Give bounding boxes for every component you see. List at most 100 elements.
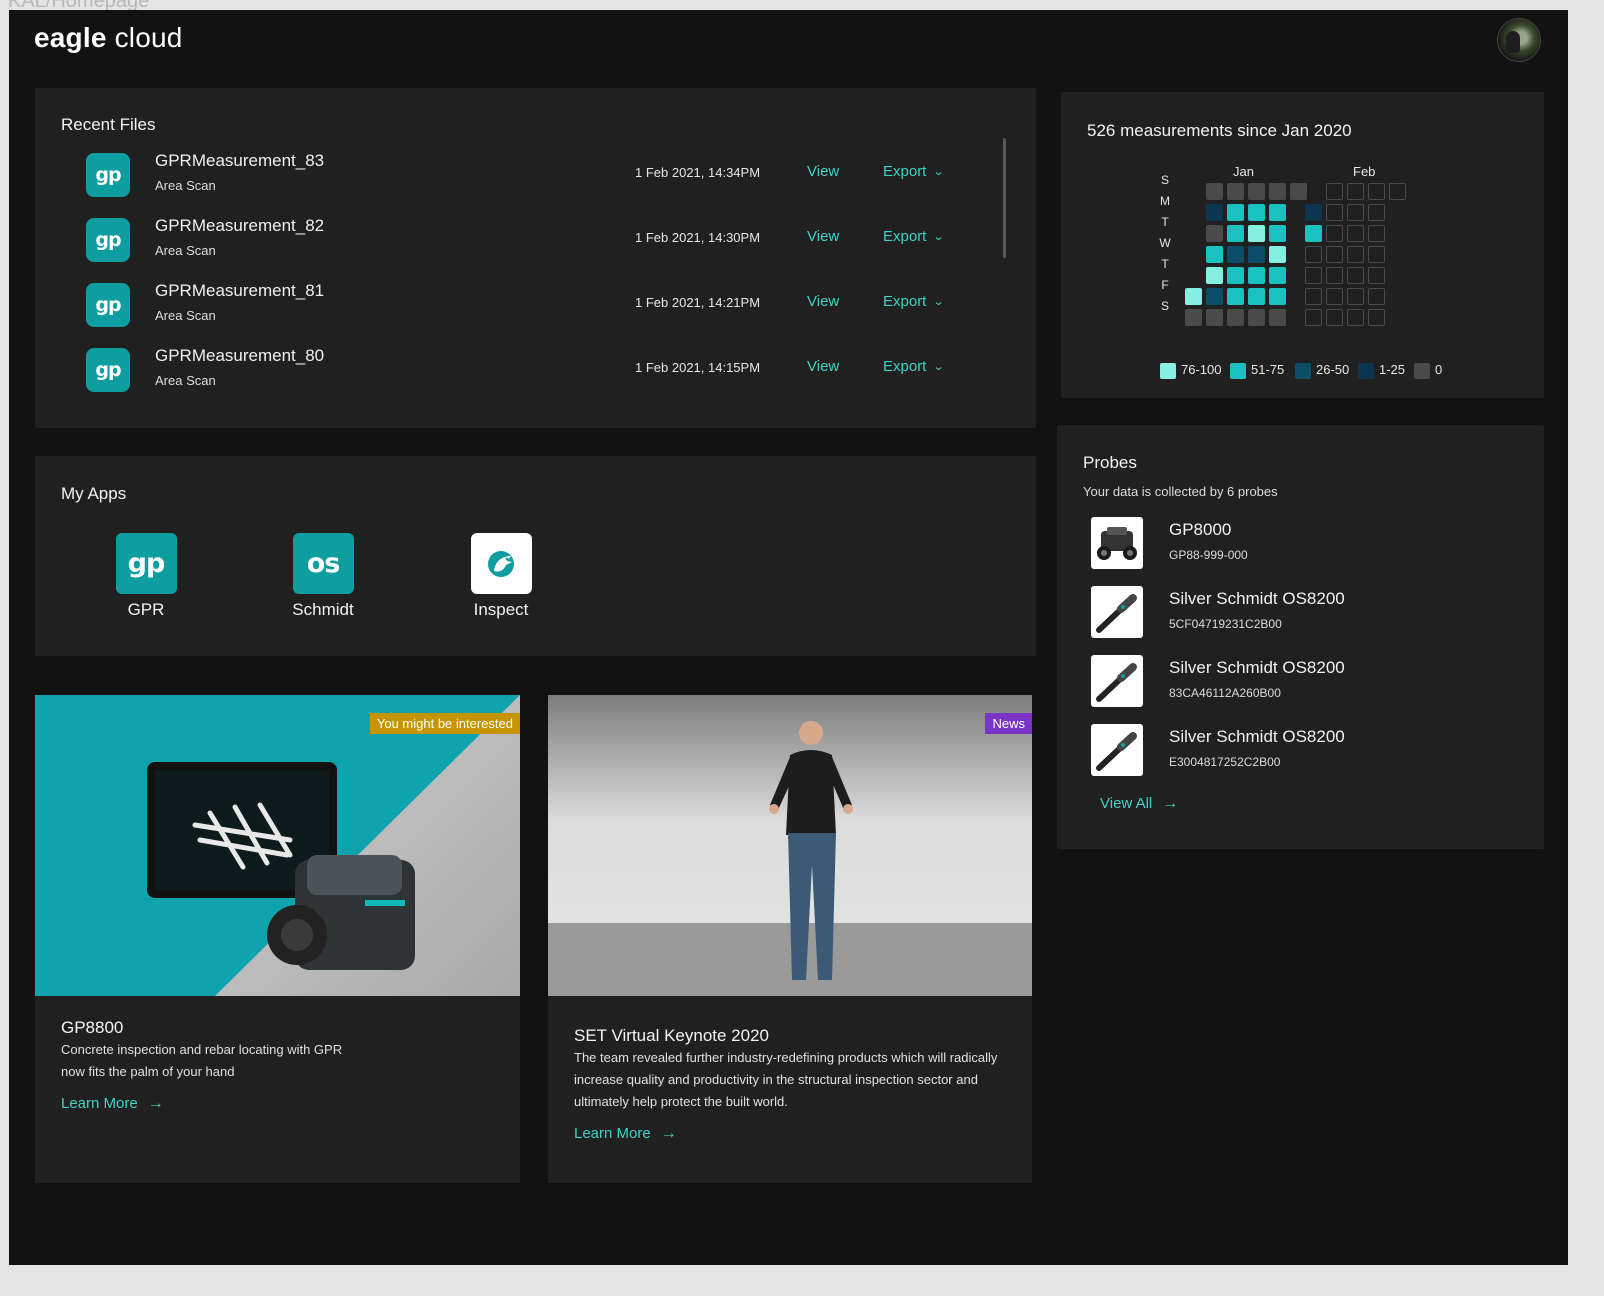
heatmap-cell[interactable] xyxy=(1206,267,1223,284)
view-all-probes-link[interactable]: View All → xyxy=(1100,795,1178,813)
heatmap-cell[interactable] xyxy=(1227,288,1244,305)
recent-files-scrollbar[interactable] xyxy=(1003,138,1006,258)
heatmap-cell[interactable] xyxy=(1305,246,1322,263)
probe-serial: GP88-999-000 xyxy=(1169,548,1248,562)
heatmap-cell[interactable] xyxy=(1227,204,1244,221)
heatmap-cell[interactable] xyxy=(1347,204,1364,221)
heatmap-cell[interactable] xyxy=(1326,309,1343,326)
chevron-down-icon: ⌄ xyxy=(932,231,945,243)
heatmap-cell[interactable] xyxy=(1368,309,1385,326)
heatmap-cell[interactable] xyxy=(1248,246,1265,263)
legend-swatch xyxy=(1358,362,1374,379)
heatmap-cell[interactable] xyxy=(1206,246,1223,263)
heatmap-cell[interactable] xyxy=(1368,225,1385,242)
heatmap-cell[interactable] xyxy=(1248,267,1265,284)
recent-file-row[interactable]: gp GPRMeasurement_83 Area Scan 1 Feb 202… xyxy=(86,151,966,199)
view-file-button[interactable]: View xyxy=(807,163,839,180)
gpr-file-icon: gp xyxy=(86,348,130,392)
recent-file-row[interactable]: gp GPRMeasurement_80 Area Scan 1 Feb 202… xyxy=(86,346,966,394)
heatmap-cell[interactable] xyxy=(1305,309,1322,326)
probe-item[interactable]: Silver Schmidt OS8200 83CA46112A260B00 xyxy=(1091,655,1511,709)
heatmap-cell[interactable] xyxy=(1269,183,1286,200)
heatmap-cell[interactable] xyxy=(1227,183,1244,200)
heatmap-cell[interactable] xyxy=(1305,267,1322,284)
heatmap-cell[interactable] xyxy=(1185,288,1202,305)
file-name: GPRMeasurement_83 xyxy=(155,151,325,170)
heatmap-cell[interactable] xyxy=(1248,309,1265,326)
heatmap-cell[interactable] xyxy=(1347,309,1364,326)
heatmap-cell[interactable] xyxy=(1269,288,1286,305)
export-file-dropdown[interactable]: Export ⌄ xyxy=(883,358,945,375)
day-label: S xyxy=(1160,173,1169,187)
day-label: T xyxy=(1161,257,1169,271)
user-avatar[interactable] xyxy=(1497,18,1541,62)
export-file-dropdown[interactable]: Export ⌄ xyxy=(883,163,945,180)
heatmap-cell[interactable] xyxy=(1326,246,1343,263)
heatmap-cell[interactable] xyxy=(1305,225,1322,242)
heatmap-cell[interactable] xyxy=(1269,225,1286,242)
probe-item[interactable]: GP8000 GP88-999-000 xyxy=(1091,517,1511,571)
heatmap-cell[interactable] xyxy=(1347,267,1364,284)
heatmap-cell[interactable] xyxy=(1347,225,1364,242)
heatmap-cell[interactable] xyxy=(1326,267,1343,284)
heatmap-cell[interactable] xyxy=(1206,288,1223,305)
logo-bold-text: eagle xyxy=(34,22,107,53)
heatmap-cell[interactable] xyxy=(1368,246,1385,263)
view-file-button[interactable]: View xyxy=(807,228,839,245)
probe-serial: 83CA46112A260B00 xyxy=(1169,686,1281,700)
chevron-down-icon: ⌄ xyxy=(932,166,945,178)
learn-more-link[interactable]: Learn More → xyxy=(574,1125,677,1143)
heatmap-cell[interactable] xyxy=(1368,267,1385,284)
heatmap-cell[interactable] xyxy=(1269,204,1286,221)
heatmap-cell[interactable] xyxy=(1248,183,1265,200)
app-tile-inspect[interactable]: Inspect xyxy=(446,533,556,620)
heatmap-cell[interactable] xyxy=(1326,288,1343,305)
heatmap-cell[interactable] xyxy=(1326,183,1343,200)
legend-item: 0 xyxy=(1414,362,1442,379)
heatmap-cell[interactable] xyxy=(1347,183,1364,200)
heatmap-cell[interactable] xyxy=(1269,267,1286,284)
legend-swatch xyxy=(1230,362,1246,379)
recent-file-row[interactable]: gp GPRMeasurement_81 Area Scan 1 Feb 202… xyxy=(86,281,966,329)
interest-badge: You might be interested xyxy=(369,713,520,734)
promo-card-gp8800: You might be interested GP8800 Concrete … xyxy=(35,695,520,1183)
heatmap-cell[interactable] xyxy=(1185,309,1202,326)
heatmap-cell[interactable] xyxy=(1206,225,1223,242)
heatmap-cell[interactable] xyxy=(1326,225,1343,242)
heatmap-cell[interactable] xyxy=(1368,183,1385,200)
export-file-dropdown[interactable]: Export ⌄ xyxy=(883,228,945,245)
gp8800-product-image: You might be interested xyxy=(35,695,520,996)
recent-file-row[interactable]: gp GPRMeasurement_82 Area Scan 1 Feb 202… xyxy=(86,216,966,264)
eagle-cloud-logo[interactable]: eagle cloud xyxy=(34,22,183,54)
app-tile-schmidt[interactable]: os Schmidt xyxy=(268,533,378,620)
heatmap-cell[interactable] xyxy=(1347,246,1364,263)
view-file-button[interactable]: View xyxy=(807,358,839,375)
probe-item[interactable]: Silver Schmidt OS8200 E3004817252C2B00 xyxy=(1091,724,1511,778)
heatmap-cell[interactable] xyxy=(1227,267,1244,284)
learn-more-link[interactable]: Learn More → xyxy=(61,1095,164,1113)
heatmap-cell[interactable] xyxy=(1206,309,1223,326)
heatmap-cell[interactable] xyxy=(1248,288,1265,305)
heatmap-cell[interactable] xyxy=(1227,246,1244,263)
heatmap-cell[interactable] xyxy=(1347,288,1364,305)
heatmap-cell[interactable] xyxy=(1269,309,1286,326)
export-file-dropdown[interactable]: Export ⌄ xyxy=(883,293,945,310)
probe-item[interactable]: Silver Schmidt OS8200 5CF04719231C2B00 xyxy=(1091,586,1511,640)
heatmap-cell[interactable] xyxy=(1389,183,1406,200)
heatmap-cell[interactable] xyxy=(1326,204,1343,221)
heatmap-cell[interactable] xyxy=(1227,309,1244,326)
view-file-button[interactable]: View xyxy=(807,293,839,310)
heatmap-cell[interactable] xyxy=(1206,183,1223,200)
heatmap-cell[interactable] xyxy=(1248,225,1265,242)
heatmap-cell[interactable] xyxy=(1368,204,1385,221)
heatmap-cell[interactable] xyxy=(1248,204,1265,221)
heatmap-cell[interactable] xyxy=(1290,183,1307,200)
app-tile-gpr[interactable]: gp GPR xyxy=(91,533,201,620)
heatmap-cell[interactable] xyxy=(1227,225,1244,242)
heatmap-cell[interactable] xyxy=(1368,288,1385,305)
heatmap-cell[interactable] xyxy=(1305,288,1322,305)
heatmap-cell[interactable] xyxy=(1269,246,1286,263)
heatmap-cell[interactable] xyxy=(1305,204,1322,221)
my-apps-title: My Apps xyxy=(61,484,127,503)
heatmap-cell[interactable] xyxy=(1206,204,1223,221)
